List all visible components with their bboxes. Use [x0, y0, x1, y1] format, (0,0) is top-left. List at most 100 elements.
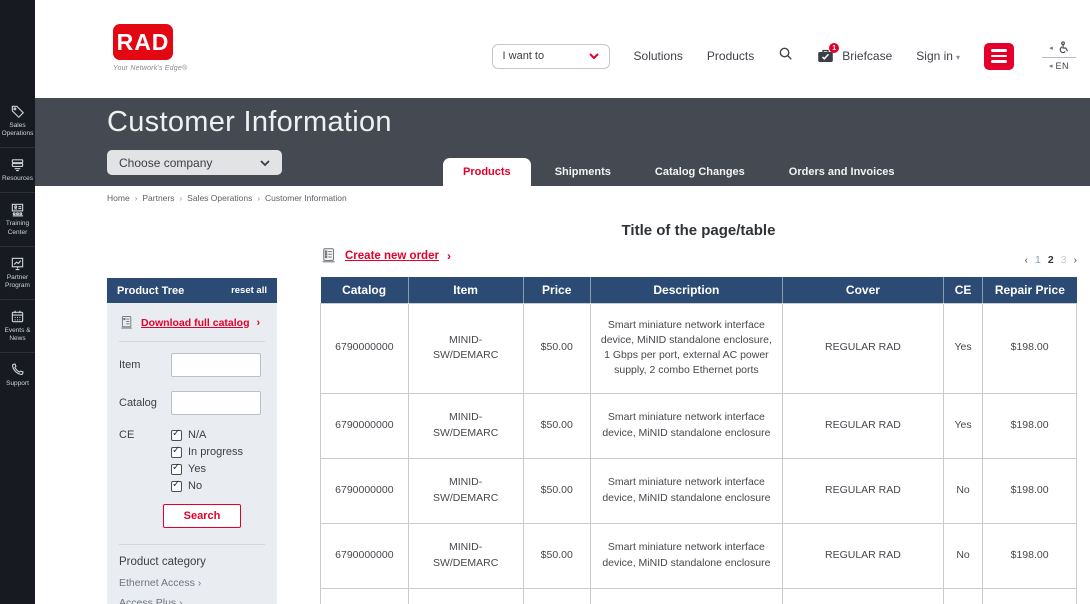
table-cell	[983, 588, 1077, 604]
table-cell: Yes	[943, 393, 982, 458]
sign-in-button[interactable]: Sign in▾	[916, 49, 960, 63]
download-full-catalog-link[interactable]: Download full catalog ›	[119, 315, 265, 330]
catalog-input[interactable]	[171, 391, 261, 415]
pagination-page-3[interactable]: 3	[1061, 254, 1067, 266]
table-cell: $198.00	[983, 303, 1077, 393]
product-tree-body: Download full catalog › Item Catalog CE …	[107, 303, 277, 604]
breadcrumb-sales-operations[interactable]: Sales Operations	[187, 193, 252, 203]
sidebar-divider	[0, 192, 35, 193]
pagination-next[interactable]: ›	[1074, 254, 1078, 266]
ce-options: N/A In progress Yes No	[171, 429, 243, 492]
create-new-order-label: Create new order	[345, 250, 439, 262]
briefcase-button[interactable]: 1 Briefcase	[817, 48, 892, 64]
sign-in-label: Sign in	[916, 49, 953, 63]
table-cell: REGULAR RAD	[782, 393, 943, 458]
table-cell: 6790000000	[321, 523, 409, 588]
checkbox-yes[interactable]: Yes	[171, 463, 243, 475]
item-field-label: Item	[119, 359, 171, 371]
product-tree-header: Product Tree reset all	[107, 278, 277, 303]
checkbox-label: Yes	[188, 463, 206, 475]
collapse-arrow-icon: ◂	[1049, 44, 1053, 52]
search-icon[interactable]	[778, 46, 793, 66]
sidebar-item-sales-operations[interactable]: Sales Operations	[0, 104, 35, 138]
item-input[interactable]	[171, 353, 261, 377]
tab-catalog-changes[interactable]: Catalog Changes	[635, 158, 765, 186]
rad-logo[interactable]: RAD Your Network's Edge®	[113, 24, 187, 72]
sidebar-item-resources[interactable]: Resources	[0, 157, 35, 183]
chevron-down-icon	[589, 53, 599, 59]
checkbox-icon	[171, 464, 182, 475]
i-want-to-dropdown[interactable]: I want to	[492, 44, 610, 69]
link-arrow-icon: ›	[257, 317, 261, 329]
page-title: Customer Information	[107, 106, 392, 139]
pagination: ‹ 1 2 3 ›	[1024, 254, 1077, 266]
category-access-plus[interactable]: Access Plus›	[119, 597, 265, 604]
table-cell: 6790000000	[321, 458, 409, 523]
table-title: Title of the page/table	[320, 222, 1077, 239]
sidebar-item-events-news[interactable]: Events & News	[0, 309, 35, 343]
tab-shipments[interactable]: Shipments	[535, 158, 631, 186]
chevron-down-icon	[260, 160, 270, 166]
i-want-to-label: I want to	[503, 50, 545, 62]
create-new-order-link[interactable]: Create new order ›	[320, 247, 451, 264]
breadcrumb-separator: ›	[257, 194, 260, 203]
briefcase-label: Briefcase	[842, 49, 892, 63]
calendar-icon	[10, 309, 25, 324]
checkbox-label: In progress	[188, 446, 243, 458]
column-header-item: Item	[408, 277, 523, 303]
accessibility-toggle[interactable]: ◂	[1049, 41, 1069, 54]
table-cell: No	[943, 458, 982, 523]
nav-solutions[interactable]: Solutions	[634, 49, 683, 63]
table-row: 6790000000MINID-SW/DEMARC$50.00Smart min…	[321, 303, 1077, 393]
pagination-page-2-current[interactable]: 2	[1048, 254, 1054, 266]
sidebar-item-support[interactable]: Support	[0, 362, 35, 388]
table-row: 6790000000MINID-SW/DEMARC$50.00Smart min…	[321, 523, 1077, 588]
left-sidebar: Sales Operations Resources Training Cent…	[0, 0, 35, 604]
category-label: Access Plus	[119, 597, 176, 604]
category-ethernet-access[interactable]: Ethernet Access›	[119, 577, 265, 589]
hamburger-menu-button[interactable]	[984, 43, 1014, 70]
panel-divider	[119, 544, 265, 545]
table-row: 6790000000MINID-SW/DEMARC$50.00Smart min…	[321, 393, 1077, 458]
briefcase-icon: 1	[817, 48, 834, 64]
breadcrumb-partners[interactable]: Partners	[142, 193, 174, 203]
sidebar-item-label: Partner Program	[1, 274, 35, 290]
checkbox-in-progress[interactable]: In progress	[171, 446, 243, 458]
sidebar-item-partner-program[interactable]: Partner Program	[0, 256, 35, 290]
sidebar-item-label: Training Center	[1, 220, 35, 236]
table-cell: REGULAR RAD	[782, 458, 943, 523]
language-selector[interactable]: ◂ EN	[1049, 61, 1069, 71]
sidebar-divider	[0, 147, 35, 148]
table-cell: $50.00	[523, 523, 590, 588]
link-arrow-icon: ›	[447, 249, 451, 263]
table-cell: No	[943, 523, 982, 588]
table-cell: 6790000000	[321, 303, 409, 393]
table-cell: $198.00	[983, 393, 1077, 458]
column-header-cover: Cover	[782, 277, 943, 303]
breadcrumb-customer-information[interactable]: Customer Information	[265, 193, 347, 203]
pagination-page-1[interactable]: 1	[1035, 254, 1041, 266]
tab-products[interactable]: Products	[443, 158, 531, 186]
ce-filter-row: CE N/A In progress Yes No	[119, 429, 265, 492]
checkbox-na[interactable]: N/A	[171, 429, 243, 441]
table-cell: $50.00	[523, 393, 590, 458]
table-row	[321, 588, 1077, 604]
search-button[interactable]: Search	[163, 504, 241, 528]
accessibility-icon	[1056, 41, 1069, 54]
nav-products[interactable]: Products	[707, 49, 754, 63]
pagination-prev[interactable]: ‹	[1024, 254, 1028, 266]
product-tree-panel: Product Tree reset all Download full cat…	[107, 278, 277, 604]
table-body: 6790000000MINID-SW/DEMARC$50.00Smart min…	[321, 303, 1077, 604]
tab-orders-invoices[interactable]: Orders and Invoices	[769, 158, 915, 186]
sidebar-divider	[0, 299, 35, 300]
download-full-catalog-label: Download full catalog	[141, 317, 250, 329]
breadcrumb-home[interactable]: Home	[107, 193, 130, 203]
ce-field-label: CE	[119, 429, 171, 441]
sidebar-item-training-center[interactable]: Training Center	[0, 202, 35, 236]
table-header-row: Catalog Item Price Description Cover CE …	[321, 277, 1077, 303]
checkbox-no[interactable]: No	[171, 480, 243, 492]
table-cell: MINID-SW/DEMARC	[408, 303, 523, 393]
language-label: EN	[1056, 61, 1070, 71]
choose-company-dropdown[interactable]: Choose company	[107, 150, 282, 175]
reset-all-button[interactable]: reset all	[231, 285, 267, 296]
